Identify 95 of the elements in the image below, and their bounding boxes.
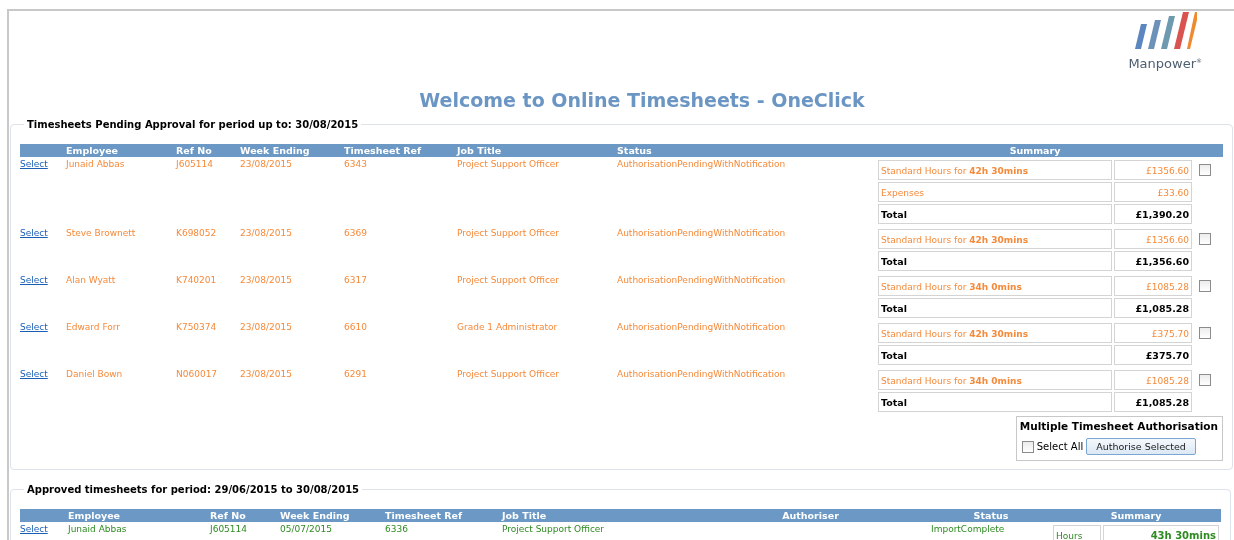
column-header: Status <box>973 510 1009 521</box>
table-cell: J605114 <box>176 159 213 169</box>
summary-cell: £1,356.60 <box>1114 251 1192 271</box>
table-cell: K698052 <box>176 228 217 238</box>
summary-cell: £1085.28 <box>1114 276 1192 296</box>
select-all-checkbox[interactable] <box>1021 440 1034 453</box>
summary-cell: 43h 30mins <box>1103 525 1219 540</box>
checkbox[interactable] <box>1199 280 1211 292</box>
table-cell: Grade 1 Administrator <box>457 322 558 332</box>
summary-cell: Total <box>878 392 1112 412</box>
table-cell: Daniel Bown <box>66 369 123 379</box>
checkbox[interactable] <box>1199 164 1211 176</box>
table-cell: AuthorisationPendingWithNotification <box>617 228 786 238</box>
table-cell: 6610 <box>344 322 367 332</box>
table-cell: 05/07/2015 <box>280 524 332 534</box>
select-link[interactable]: Select <box>20 322 48 332</box>
table-cell: 6317 <box>344 275 367 285</box>
column-header: Employee <box>66 145 119 156</box>
table-cell: Junaid Abbas <box>66 159 125 169</box>
select-link[interactable]: Select <box>20 228 48 238</box>
column-header: Job Title <box>502 510 547 521</box>
column-header: Employee <box>68 510 121 521</box>
table-cell: 6291 <box>344 369 367 379</box>
column-header: Authoriser <box>782 510 839 521</box>
table-cell: Project Support Officer <box>457 159 560 169</box>
section-title: Approved timesheets for period: 29/06/2015 to 30/08/2015 <box>26 484 361 495</box>
table-cell: K740201 <box>176 275 217 285</box>
select-link[interactable]: Select <box>20 369 48 379</box>
table-cell: 6336 <box>385 524 408 534</box>
table-cell: AuthorisationPendingWithNotification <box>617 275 786 285</box>
table-cell: AuthorisationPendingWithNotification <box>617 369 786 379</box>
table-cell: AuthorisationPendingWithNotification <box>617 159 786 169</box>
column-header: Week Ending <box>240 145 310 156</box>
column-header: Week Ending <box>280 510 350 521</box>
table-cell: AuthorisationPendingWithNotification <box>617 322 786 332</box>
summary-cell: £1,085.28 <box>1114 392 1192 412</box>
page-title: Welcome to Online Timesheets - OneClick <box>418 89 866 111</box>
summary-cell: Total <box>878 204 1112 224</box>
column-header: Timesheet Ref <box>344 145 422 156</box>
column-header: Summary <box>1110 510 1162 521</box>
checkbox-label: Select All <box>1036 441 1084 452</box>
summary-cell: £1356.60 <box>1114 229 1192 249</box>
summary-cell: Total <box>878 345 1112 365</box>
table-cell: 23/08/2015 <box>240 228 292 238</box>
summary-cell: £1356.60 <box>1114 160 1192 180</box>
summary-cell: Standard Hours for 42h 30mins <box>878 323 1112 343</box>
table-cell: 6343 <box>344 159 367 169</box>
table-cell: Project Support Officer <box>457 369 560 379</box>
select-link[interactable]: Select <box>20 524 48 534</box>
summary-cell: Expenses <box>878 182 1112 202</box>
summary-cell: Hours <box>1053 525 1101 540</box>
table-cell: 23/08/2015 <box>240 275 292 285</box>
table-cell: Steve Brownett <box>66 228 136 238</box>
panel-title: Multiple Timesheet Authorisation <box>1019 420 1218 432</box>
summary-cell: £1,390.20 <box>1114 204 1192 224</box>
select-link[interactable]: Select <box>20 159 48 169</box>
table-cell: Project Support Officer <box>502 524 605 534</box>
table-cell: J605114 <box>210 524 247 534</box>
select-link[interactable]: Select <box>20 275 48 285</box>
checkbox[interactable] <box>1199 327 1211 339</box>
summary-cell: Standard Hours for 42h 30mins <box>878 229 1112 249</box>
table-cell: Project Support Officer <box>457 228 560 238</box>
summary-cell: Total <box>878 251 1112 271</box>
table-cell: 23/08/2015 <box>240 159 292 169</box>
summary-cell: Standard Hours for 34h 0mins <box>878 370 1112 390</box>
summary-cell: Standard Hours for 34h 0mins <box>878 276 1112 296</box>
column-header: Summary <box>1009 145 1061 156</box>
logo-text: Manpower$^{®}$ <box>1128 56 1202 71</box>
summary-cell: Total <box>878 298 1112 318</box>
table-cell: 23/08/2015 <box>240 322 292 332</box>
checkbox[interactable] <box>1199 374 1211 386</box>
summary-cell: £375.70 <box>1114 345 1192 365</box>
table-cell: Alan Wyatt <box>66 275 116 285</box>
column-header: Timesheet Ref <box>385 510 463 521</box>
table-cell: Edward Forr <box>66 322 120 332</box>
table-cell: 6369 <box>344 228 367 238</box>
column-header: Ref No <box>176 145 212 156</box>
summary-cell: £1,085.28 <box>1114 298 1192 318</box>
column-header: Ref No <box>210 510 246 521</box>
table-cell: ImportComplete <box>931 524 1005 534</box>
summary-cell: £33.60 <box>1114 182 1192 202</box>
summary-cell: £1085.28 <box>1114 370 1192 390</box>
logo-icon <box>1133 12 1198 50</box>
table-cell: Junaid Abbas <box>68 524 127 534</box>
authorise-button[interactable]: Authorise Selected <box>1086 438 1196 455</box>
summary-cell: Standard Hours for 42h 30mins <box>878 160 1112 180</box>
section-title: Timesheets Pending Approval for period up to: 30/08/2015 <box>26 119 360 130</box>
table-cell: K750374 <box>176 322 217 332</box>
checkbox[interactable] <box>1199 233 1211 245</box>
table-cell: N060017 <box>176 369 218 379</box>
summary-cell: £375.70 <box>1114 323 1192 343</box>
table-cell: Project Support Officer <box>457 275 560 285</box>
table-cell: 23/08/2015 <box>240 369 292 379</box>
column-header: Status <box>617 145 652 156</box>
column-header: Job Title <box>457 145 502 156</box>
